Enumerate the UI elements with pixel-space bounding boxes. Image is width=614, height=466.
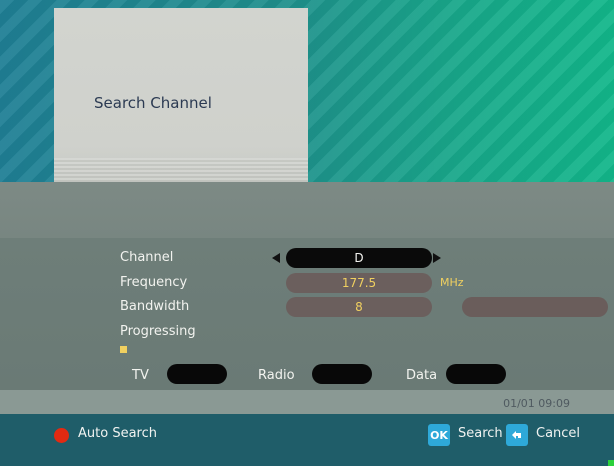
bandwidth-field[interactable]: 8 (286, 297, 432, 317)
clock: 01/01 09:09 (503, 397, 570, 410)
return-arrow-icon[interactable] (506, 424, 528, 446)
progressing-label: Progressing (120, 324, 196, 339)
channel-label: Channel (120, 250, 174, 265)
triangle-right-icon[interactable] (433, 253, 441, 263)
tv-screen: Search Channel Channel D Frequency 177.5… (0, 0, 614, 466)
channel-selector[interactable]: D (286, 248, 432, 268)
bandwidth-extra-field (462, 297, 608, 317)
frequency-field[interactable]: 177.5 (286, 273, 432, 293)
tv-count (167, 364, 227, 384)
header-band (0, 182, 614, 238)
triangle-left-icon[interactable] (272, 253, 280, 263)
data-label: Data (406, 368, 438, 383)
red-circle-icon[interactable] (54, 428, 69, 443)
corner-indicator (608, 460, 614, 466)
frequency-label: Frequency (120, 275, 188, 290)
radio-label: Radio (258, 368, 295, 383)
progress-bar (120, 346, 127, 353)
frequency-unit: MHz (440, 276, 464, 289)
tv-label: TV (132, 368, 149, 383)
data-count (446, 364, 506, 384)
page-title: Search Channel (94, 94, 212, 112)
auto-search-label[interactable]: Auto Search (78, 426, 157, 441)
bandwidth-label: Bandwidth (120, 299, 190, 314)
search-label[interactable]: Search (458, 426, 503, 441)
ok-key-icon[interactable]: OK (428, 424, 450, 446)
cancel-label[interactable]: Cancel (536, 426, 580, 441)
radio-count (312, 364, 372, 384)
return-arrow-svg (512, 431, 521, 439)
